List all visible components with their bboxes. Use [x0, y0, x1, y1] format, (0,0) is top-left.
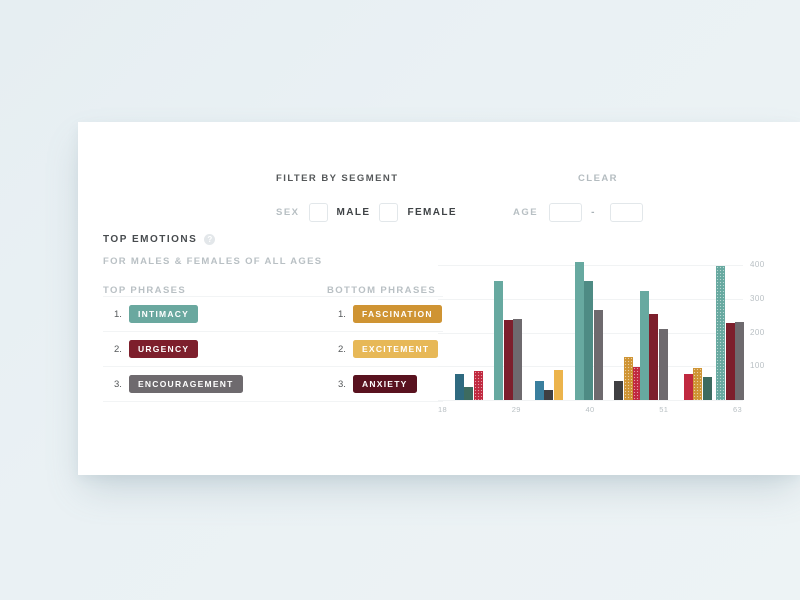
bottom-phrase-cell: 3. ANXIETY [327, 375, 443, 393]
chart-bar[interactable] [473, 371, 483, 400]
top-phrase-chip[interactable]: ENCOURAGEMENT [129, 375, 243, 393]
sex-label: SEX [276, 207, 300, 218]
age-label: AGE [513, 207, 539, 218]
age-filter-group: AGE - [513, 203, 644, 222]
chart-bar[interactable] [683, 374, 693, 400]
phrase-row: 1. INTIMACY 1. FASCINATION [103, 296, 443, 332]
chart-bar[interactable] [735, 322, 745, 400]
chart-bar[interactable] [513, 319, 523, 400]
bottom-phrase-cell: 1. FASCINATION [327, 305, 443, 323]
chart-bar[interactable] [534, 380, 544, 400]
top-phrase-rank: 1. [114, 308, 122, 320]
sex-filter-group: SEX MALE FEMALE [276, 203, 457, 222]
female-label[interactable]: FEMALE [407, 207, 457, 218]
male-checkbox[interactable] [308, 203, 328, 222]
dashboard-card: FILTER BY SEGMENT CLEAR SEX MALE FEMALE … [78, 122, 800, 475]
chart-bar[interactable] [584, 281, 594, 400]
bottom-phrase-rank: 1. [338, 308, 346, 320]
chart-bar[interactable] [623, 356, 633, 401]
chart-bar[interactable] [464, 387, 474, 400]
filter-by-segment-title: FILTER BY SEGMENT [276, 173, 399, 184]
phrase-list: 1. INTIMACY 1. FASCINATION 2. URGENCY 2. EXCITE… [103, 296, 443, 402]
chart-bar[interactable] [725, 323, 735, 400]
chart-x-tick-label: 63 [733, 405, 742, 414]
chart-bar[interactable] [639, 291, 649, 400]
age-range-dash: - [591, 207, 595, 218]
chart-bar[interactable] [702, 377, 712, 400]
bottom-phrase-chip[interactable]: FASCINATION [353, 305, 442, 323]
chart-baseline [438, 400, 743, 401]
bottom-phrase-rank: 2. [338, 343, 346, 355]
bottom-phrase-chip[interactable]: EXCITEMENT [353, 340, 439, 358]
top-phrase-rank: 3. [114, 378, 122, 390]
male-label[interactable]: MALE [337, 207, 371, 218]
chart-bar[interactable] [544, 389, 554, 400]
chart-y-tick-label: 100 [750, 361, 765, 371]
chart-x-tick-label: 29 [511, 405, 521, 414]
section-subtitle: FOR MALES & FEMALES OF ALL AGES [103, 256, 323, 267]
age-min-input[interactable] [549, 203, 583, 222]
chart-bar[interactable] [454, 373, 464, 400]
top-phrase-cell: 2. URGENCY [103, 340, 327, 358]
chart-bar[interactable] [574, 262, 584, 400]
page-title: TOP EMOTIONS [103, 234, 198, 245]
bottom-phrase-cell: 2. EXCITEMENT [327, 340, 443, 358]
chart-bar[interactable] [693, 367, 703, 401]
top-phrase-chip[interactable]: INTIMACY [129, 305, 199, 323]
question-mark-icon[interactable]: ? [204, 234, 216, 245]
chart-gridline [438, 265, 743, 267]
bottom-phrase-rank: 3. [338, 378, 346, 390]
top-phrase-rank: 2. [114, 343, 122, 355]
top-emotions-panel: TOP EMOTIONS ? FOR MALES & FEMALES OF AL… [103, 234, 443, 402]
phrase-row: 3. ENCOURAGEMENT 3. ANXIETY [103, 367, 443, 402]
age-distribution-chart: 100 200 300 400 18 29 40 51 63 [438, 255, 778, 420]
column-headers: TOP PHRASES BOTTOM PHRASES [103, 285, 443, 296]
top-phrase-cell: 1. INTIMACY [103, 305, 327, 323]
chart-bar[interactable] [503, 320, 513, 400]
female-checkbox[interactable] [379, 203, 399, 222]
section-header: TOP EMOTIONS ? [103, 234, 443, 245]
chart-y-tick-label: 300 [750, 293, 765, 303]
chart-bar[interactable] [614, 381, 624, 400]
chart-y-tick-label: 200 [750, 327, 765, 337]
chart-y-tick-label: 400 [750, 260, 765, 270]
chart-bar[interactable] [649, 314, 659, 400]
chart-x-tick-label: 18 [438, 405, 447, 414]
chart-bar[interactable] [716, 265, 726, 401]
top-phrases-header: TOP PHRASES [103, 285, 187, 296]
age-max-input[interactable] [610, 203, 644, 222]
chart-x-tick-label: 51 [659, 405, 669, 414]
chart-bar[interactable] [553, 369, 563, 400]
bottom-phrases-header: BOTTOM PHRASES [327, 285, 437, 296]
chart-bar[interactable] [658, 328, 668, 400]
app-background: FILTER BY SEGMENT CLEAR SEX MALE FEMALE … [0, 0, 800, 600]
chart-x-tick-label: 40 [585, 405, 595, 414]
clear-filters-button[interactable]: CLEAR [578, 173, 618, 184]
chart-plot-area: 100 200 300 400 18 29 40 51 63 [438, 255, 764, 414]
chart-bar[interactable] [494, 281, 504, 400]
phrase-row: 2. URGENCY 2. EXCITEMENT [103, 332, 443, 367]
top-phrase-cell: 3. ENCOURAGEMENT [103, 375, 327, 393]
bottom-phrase-chip[interactable]: ANXIETY [353, 375, 417, 393]
top-phrase-chip[interactable]: URGENCY [129, 340, 199, 358]
chart-bar[interactable] [593, 309, 603, 400]
